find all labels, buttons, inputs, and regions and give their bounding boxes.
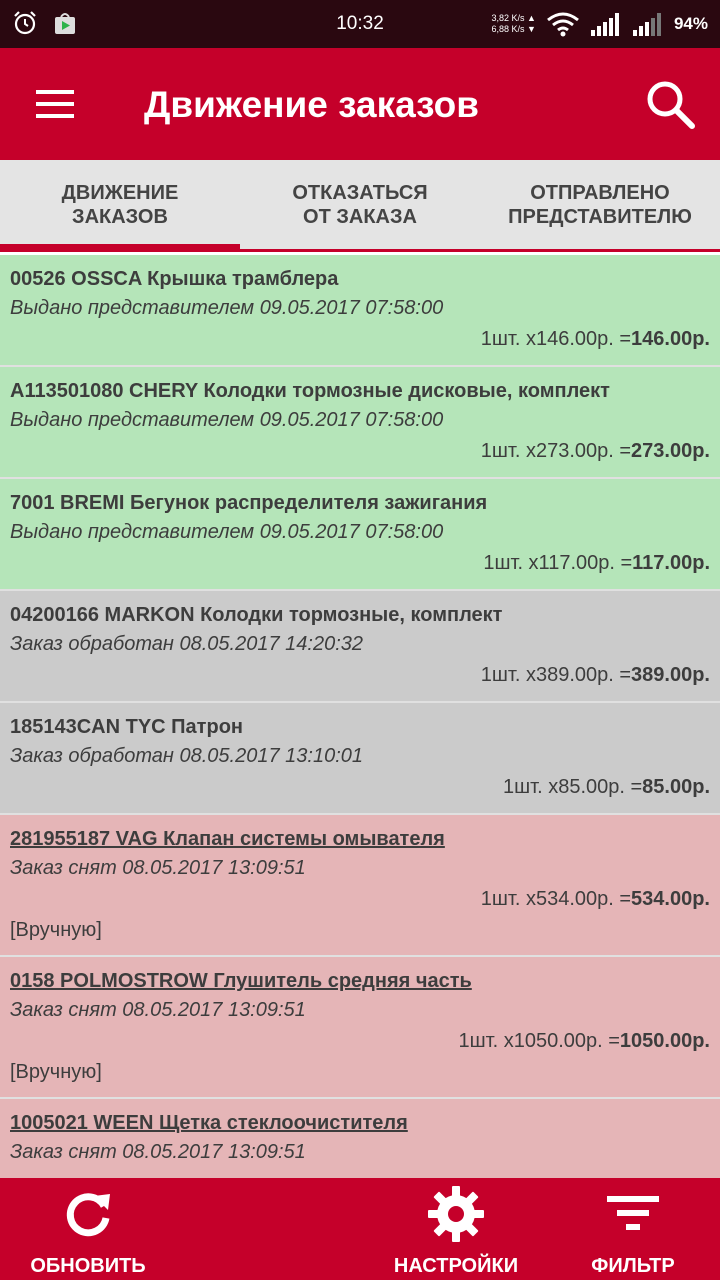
order-title: A113501080 CHERY Колодки тормозные диско… — [10, 380, 610, 402]
order-status: Выдано представителем 09.05.2017 07:58:0… — [10, 521, 444, 543]
order-title: 04200166 MARKON Колодки тормозные, компл… — [10, 604, 503, 626]
tab-sent-to-representative[interactable]: ОТПРАВЛЕНО ПРЕДСТАВИТЕЛЮ — [480, 160, 720, 249]
order-total: 117.00р. — [632, 552, 710, 574]
signal-icon-2 — [632, 13, 661, 36]
filter-icon — [607, 1196, 659, 1230]
order-price: 1шт. х534.00р. =534.00р. — [480, 888, 710, 910]
order-status: Заказ обработан 08.05.2017 13:10:01 — [10, 745, 363, 767]
orders-list[interactable]: 00526 OSSCA Крышка трамблера Выдано пред… — [0, 255, 720, 1178]
list-item[interactable]: 7001 BREMI Бегунок распределителя зажига… — [0, 479, 720, 591]
list-item[interactable]: 281955187 VAG Клапан системы омывателя З… — [0, 815, 720, 957]
filter-label: ФИЛЬТР — [591, 1255, 675, 1277]
list-item[interactable]: 185143CAN TYC Патрон Заказ обработан 08.… — [0, 703, 720, 815]
order-note: [Вручную] — [10, 919, 102, 941]
network-speed: 3,82 K/s ▲ 6,88 K/s ▼ — [491, 13, 536, 34]
order-price: 1шт. х273.00р. =273.00р. — [480, 440, 710, 462]
tab-order-movement[interactable]: ДВИЖЕНИЕ ЗАКАЗОВ — [0, 160, 240, 252]
battery-level: 94% — [673, 14, 708, 33]
list-item[interactable]: A113501080 CHERY Колодки тормозные диско… — [0, 367, 720, 479]
order-status: Заказ снят 08.05.2017 13:09:51 — [10, 857, 306, 879]
list-item[interactable]: 1005021 WEEN Щетка стеклоочистителя Зака… — [0, 1099, 720, 1178]
app-bar: Движение заказов — [0, 48, 720, 160]
order-price: 1шт. х389.00р. =389.00р. — [480, 664, 710, 686]
order-total: 273.00р. — [631, 440, 710, 462]
menu-icon — [36, 90, 74, 118]
settings-label: НАСТРОЙКИ — [393, 1255, 519, 1277]
order-status: Заказ снят 08.05.2017 13:09:51 — [10, 1141, 306, 1163]
order-status: Выдано представителем 09.05.2017 07:58:0… — [10, 297, 444, 319]
order-total: 85.00р. — [642, 776, 710, 798]
order-price: 1шт. х146.00р. =146.00р. — [480, 328, 710, 350]
order-title: 00526 OSSCA Крышка трамблера — [10, 268, 339, 290]
list-item[interactable]: 04200166 MARKON Колодки тормозные, компл… — [0, 591, 720, 703]
tab-bar: ДВИЖЕНИЕ ЗАКАЗОВ ОТКАЗАТЬСЯ ОТ ЗАКАЗА ОТ… — [0, 160, 720, 252]
wifi-icon — [547, 12, 579, 37]
list-item[interactable]: 00526 OSSCA Крышка трамблера Выдано пред… — [0, 255, 720, 367]
order-status: Заказ обработан 08.05.2017 14:20:32 — [10, 633, 363, 655]
order-title-link[interactable]: 0158 POLMOSTROW Глушитель средняя часть — [10, 967, 710, 995]
refresh-icon — [66, 1193, 110, 1237]
order-total: 389.00р. — [631, 664, 710, 686]
order-note: [Вручную] — [10, 1061, 102, 1083]
order-total: 146.00р. — [631, 328, 710, 350]
tab-cancel-order[interactable]: ОТКАЗАТЬСЯ ОТ ЗАКАЗА — [240, 160, 480, 249]
bottom-toolbar: ОБНОВИТЬ НАСТРОЙКИ ФИЛЬТР — [0, 1178, 720, 1280]
filter-button[interactable]: ФИЛЬТР — [586, 1178, 680, 1280]
gear-icon — [428, 1186, 484, 1242]
order-title: 7001 BREMI Бегунок распределителя зажига… — [10, 492, 488, 514]
status-bar: 10:32 3,82 K/s ▲ 6,88 K/s ▼ 94% — [0, 0, 720, 48]
settings-button[interactable]: НАСТРОЙКИ — [390, 1178, 522, 1280]
order-price: 1шт. х1050.00р. =1050.00р. — [458, 1030, 710, 1052]
order-total: 534.00р. — [631, 888, 710, 910]
order-price: 1шт. х117.00р. =117.00р. — [483, 552, 710, 574]
refresh-button[interactable]: ОБНОВИТЬ — [30, 1178, 146, 1280]
refresh-label: ОБНОВИТЬ — [30, 1255, 146, 1277]
order-price: 1шт. х85.00р. =85.00р. — [502, 776, 710, 798]
signal-icon — [590, 13, 619, 36]
search-button[interactable] — [644, 78, 698, 132]
order-title-link[interactable]: 281955187 VAG Клапан системы омывателя — [10, 825, 710, 853]
order-status: Заказ снят 08.05.2017 13:09:51 — [10, 999, 306, 1021]
order-title-link[interactable]: 1005021 WEEN Щетка стеклоочистителя — [10, 1109, 710, 1137]
list-item[interactable]: 0158 POLMOSTROW Глушитель средняя часть … — [0, 957, 720, 1099]
order-title: 185143CAN TYC Патрон — [10, 716, 243, 738]
order-status: Выдано представителем 09.05.2017 07:58:0… — [10, 409, 444, 431]
page-title: Движение заказов — [144, 84, 479, 125]
menu-button[interactable] — [30, 82, 82, 126]
order-total: 1050.00р. — [619, 1030, 710, 1052]
search-icon — [647, 81, 695, 129]
